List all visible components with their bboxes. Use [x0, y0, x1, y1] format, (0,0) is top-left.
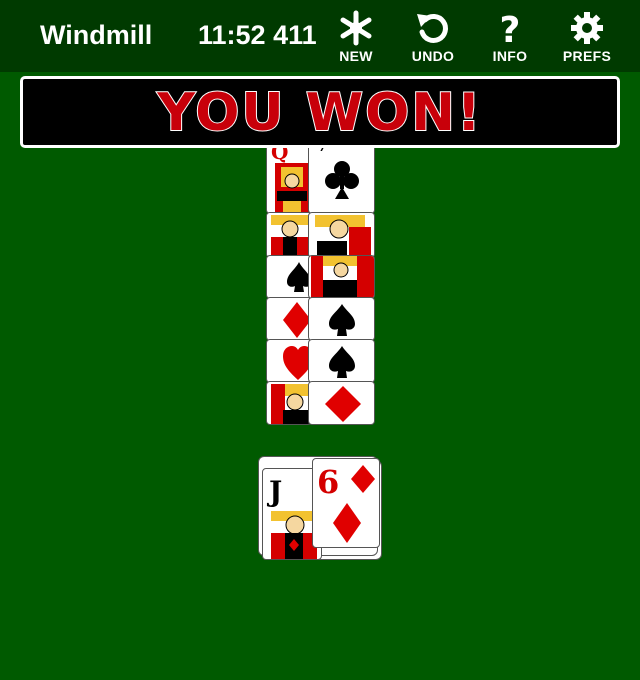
card-jack-face[interactable] [266, 381, 312, 425]
card-spade-pip-right-2[interactable] [308, 339, 375, 383]
card-heart-pip[interactable] [266, 339, 312, 383]
win-banner: YOU WON! [20, 76, 620, 148]
card-rank: 6 [317, 463, 339, 501]
card-rank: J [266, 475, 282, 508]
card-seven-clubs[interactable]: 7 [308, 140, 375, 214]
card-spade-pip-right[interactable] [308, 297, 375, 341]
card-jack-clubs[interactable] [308, 255, 375, 299]
win-message: YOU WON! [156, 82, 483, 144]
card-six-diamonds[interactable]: 6 [312, 458, 380, 548]
card-diamond-pip[interactable] [266, 297, 312, 341]
card-king-face[interactable] [266, 212, 312, 258]
card-queen-hearts[interactable]: Q [266, 140, 312, 214]
card-diamond-pip-right[interactable] [308, 381, 375, 425]
card-spade-pip[interactable] [266, 255, 312, 299]
card-king-clubs[interactable] [308, 212, 375, 258]
